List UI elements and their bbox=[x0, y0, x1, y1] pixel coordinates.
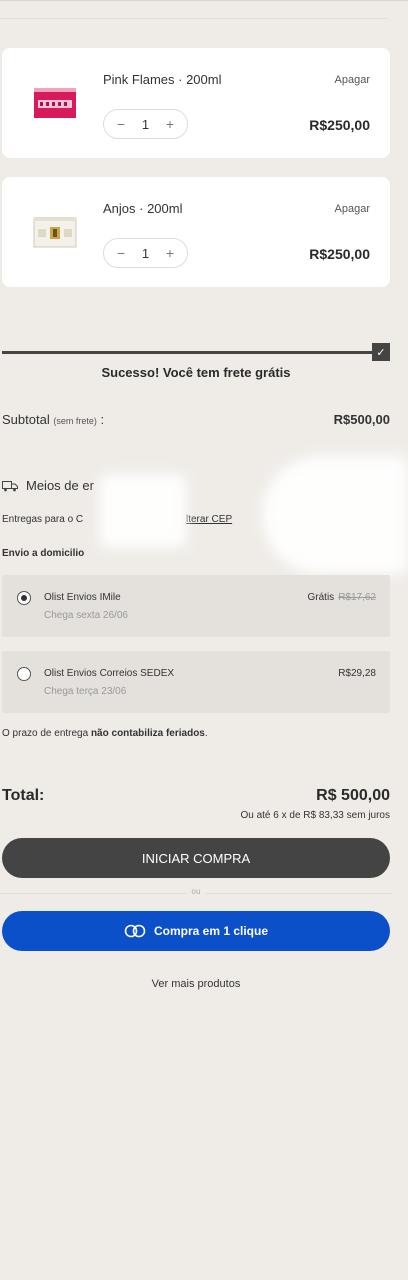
shipping-option-name: Olist Envios Correios SEDEX bbox=[44, 668, 175, 679]
check-icon: ✓ bbox=[372, 343, 390, 361]
shipping-option[interactable]: Olist Envios Correios SEDEX Chega terça … bbox=[2, 651, 390, 713]
shipping-option-price: R$29,28 bbox=[338, 668, 376, 679]
subtotal-text: Subtotal bbox=[2, 412, 50, 427]
radio-selected[interactable] bbox=[17, 591, 31, 605]
product-image-pink-flames[interactable] bbox=[30, 86, 80, 122]
free-shipping-message: Sucesso! Você tem frete grátis bbox=[101, 365, 291, 380]
redaction-blur bbox=[262, 456, 408, 574]
header-divider bbox=[0, 18, 388, 19]
shipping-option-eta: Chega sexta 26/06 bbox=[44, 610, 128, 621]
decrement-button[interactable]: − bbox=[114, 245, 128, 261]
subtotal-colon: : bbox=[96, 412, 105, 427]
redaction-blur bbox=[100, 474, 186, 548]
shipping-option-eta: Chega terça 23/06 bbox=[44, 686, 127, 697]
quantity-value[interactable]: 1 bbox=[142, 246, 149, 261]
cart-item: Pink Flames · 200ml Apagar − 1 + R$250,0… bbox=[2, 48, 390, 158]
one-click-icon bbox=[124, 924, 146, 938]
subtotal-note: (sem frete) bbox=[53, 416, 97, 426]
subtotal-value: R$500,00 bbox=[333, 412, 390, 427]
one-click-purchase-button[interactable]: Compra em 1 clique bbox=[2, 911, 390, 951]
total-label: Total: bbox=[2, 787, 45, 804]
more-products-link[interactable]: Ver mais produtos bbox=[0, 978, 392, 990]
or-label: ou bbox=[0, 887, 392, 896]
cart-item: Anjos · 200ml Apagar − 1 + R$250,00 bbox=[2, 177, 390, 287]
shipping-section-header[interactable]: Meios de er bbox=[2, 478, 94, 493]
shipping-option[interactable]: Olist Envios IMile Chega sexta 26/06 Grá… bbox=[2, 575, 390, 637]
item-price: R$250,00 bbox=[309, 246, 370, 262]
delivery-location: Entregas para o C bbox=[2, 514, 84, 525]
quantity-stepper: − 1 + bbox=[103, 109, 188, 139]
one-click-label: Compra em 1 clique bbox=[153, 924, 269, 938]
shipping-old-price: R$17,62 bbox=[338, 592, 376, 603]
quantity-value[interactable]: 1 bbox=[142, 117, 149, 132]
subtotal-label: Subtotal (sem frete) : bbox=[2, 412, 104, 427]
top-divider bbox=[0, 0, 408, 1]
shipping-price-value: Grátis bbox=[307, 592, 335, 603]
total-value: R$ 500,00 bbox=[316, 787, 390, 804]
increment-button[interactable]: + bbox=[163, 116, 177, 132]
or-text: ou bbox=[185, 887, 207, 896]
shipping-title: Meios de er bbox=[26, 478, 94, 493]
free-shipping-progress-bar bbox=[2, 351, 374, 354]
holiday-note-prefix: O prazo de entrega bbox=[2, 728, 91, 739]
product-name[interactable]: Pink Flames · 200ml bbox=[103, 72, 221, 87]
home-delivery-heading: Envio a domicilio bbox=[2, 548, 85, 559]
holiday-note: O prazo de entrega não contabiliza feria… bbox=[2, 728, 208, 739]
start-purchase-button[interactable]: INICIAR COMPRA bbox=[2, 838, 390, 878]
holiday-note-bold: não contabiliza feriados bbox=[90, 728, 205, 739]
remove-item-button[interactable]: Apagar bbox=[335, 74, 370, 86]
truck-icon bbox=[2, 480, 18, 491]
installments-info: Ou até 6 x de R$ 83,33 sem juros bbox=[240, 810, 390, 821]
change-cep-link[interactable]: lterar CEP bbox=[186, 514, 232, 525]
product-image-anjos[interactable] bbox=[30, 215, 80, 251]
remove-item-button[interactable]: Apagar bbox=[335, 203, 370, 215]
holiday-note-suffix: . bbox=[204, 728, 208, 739]
shipping-option-price: Grátis R$17,62 bbox=[308, 592, 376, 603]
quantity-stepper: − 1 + bbox=[103, 238, 188, 268]
radio-unselected[interactable] bbox=[17, 667, 31, 681]
product-name[interactable]: Anjos · 200ml bbox=[103, 201, 182, 216]
item-price: R$250,00 bbox=[309, 117, 370, 133]
decrement-button[interactable]: − bbox=[114, 116, 128, 132]
increment-button[interactable]: + bbox=[163, 245, 177, 261]
shipping-option-name: Olist Envios IMile bbox=[44, 592, 121, 603]
